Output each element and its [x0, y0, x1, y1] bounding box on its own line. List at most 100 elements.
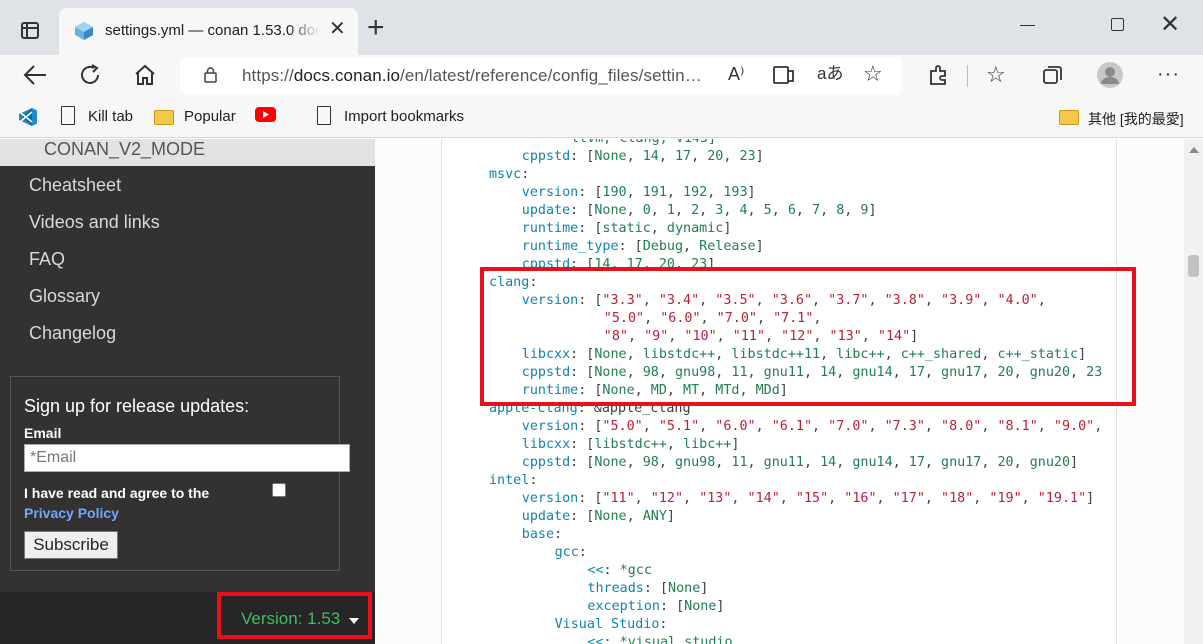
code-punct: ] [700, 581, 709, 596]
sidebar-item-videos[interactable]: Videos and links [29, 212, 160, 233]
bookmark-other-favorites[interactable]: 其他 [我的最愛] [1088, 109, 1184, 129]
code-value: gnu98 [674, 455, 716, 470]
lock-icon[interactable] [204, 67, 217, 83]
caret-down-icon[interactable] [349, 618, 359, 624]
code-punct: , [626, 455, 643, 470]
scrollbar-thumb[interactable] [1188, 255, 1199, 277]
code-line: gcc: [555, 544, 587, 562]
code-value: 193 [723, 185, 748, 200]
code-line: threads: [None] [587, 580, 708, 598]
code-key: msvc [489, 167, 522, 182]
code-string: "11" [602, 491, 635, 506]
code-value: Debug [642, 239, 684, 254]
code-line: update: [None, ANY] [522, 508, 675, 526]
more-options-icon[interactable]: ··· [1157, 60, 1180, 88]
code-value: ANY [642, 509, 667, 524]
code-punct: : [ [570, 509, 595, 524]
bookmark-popular[interactable]: Popular [184, 108, 236, 125]
refresh-icon[interactable] [78, 63, 102, 87]
code-key: runtime [521, 221, 579, 236]
code-punct: , [803, 455, 821, 470]
code-string: "17" [892, 491, 925, 506]
sidebar-item-faq[interactable]: FAQ [29, 249, 65, 270]
code-value: 14 [820, 455, 837, 470]
code-punct: : [ [618, 239, 643, 254]
document-icon [317, 106, 331, 125]
favorites-icon[interactable]: ☆ [986, 61, 1006, 89]
profile-avatar-icon[interactable] [1096, 61, 1124, 89]
code-punct: , [973, 491, 990, 506]
home-icon[interactable] [133, 63, 157, 87]
code-punct: : [603, 563, 620, 578]
code-value: None [668, 581, 701, 596]
code-punct: , [1094, 419, 1103, 434]
agree-checkbox[interactable] [272, 483, 286, 497]
code-punct: : [521, 167, 530, 182]
code-key: runtime_type [521, 239, 619, 254]
tab-close-icon[interactable]: ✕ [329, 19, 346, 39]
sidebar-item-cheatsheet[interactable]: Cheatsheet [29, 175, 121, 196]
collections-icon[interactable] [1041, 63, 1065, 87]
code-punct: , [747, 203, 764, 218]
code-line: <<: *visual_studio [587, 634, 732, 644]
code-value: dynamic [666, 221, 724, 236]
sidebar-item-changelog[interactable]: Changelog [29, 323, 116, 344]
code-line: runtime: [static, dynamic] [522, 220, 732, 238]
code-punct: , [747, 455, 764, 470]
code-punct: : [ [570, 455, 595, 470]
code-punct: , [836, 455, 853, 470]
bookmark-import[interactable]: Import bookmarks [344, 108, 464, 125]
code-string: "12" [650, 491, 684, 506]
read-aloud-icon[interactable]: A⁾ [728, 60, 744, 88]
bookmark-kill-tab[interactable]: Kill tab [88, 108, 133, 125]
code-punct: ] [731, 437, 740, 452]
code-punct: ] [1070, 455, 1079, 470]
close-window-icon[interactable]: ✕ [1160, 10, 1180, 39]
extensions-icon[interactable] [927, 63, 951, 87]
vscode-icon[interactable] [18, 107, 38, 127]
back-arrow-icon[interactable] [22, 64, 48, 86]
code-key: cppstd [521, 455, 571, 470]
privacy-policy-link[interactable]: Privacy Policy [24, 505, 119, 521]
youtube-icon[interactable] [255, 107, 276, 122]
code-value: 7 [812, 203, 821, 218]
folder-icon [154, 110, 174, 125]
maximize-icon[interactable] [1111, 18, 1124, 31]
code-string: "15" [795, 491, 829, 506]
code-punct: : [ [578, 185, 603, 200]
code-punct: : [ [570, 203, 595, 218]
active-tab[interactable]: settings.yml — conan 1.53.0 documentatio… [59, 8, 358, 55]
code-punct: ] [755, 239, 764, 254]
code-punct: , [924, 419, 942, 434]
code-punct: , [779, 491, 796, 506]
code-punct: , [924, 455, 942, 470]
code-punct: : [ [570, 149, 595, 164]
code-key: base [521, 527, 555, 542]
tab-actions-icon[interactable] [21, 22, 39, 39]
add-favorite-icon[interactable]: ☆ [863, 60, 883, 88]
sidebar-item-glossary[interactable]: Glossary [29, 286, 100, 307]
sidebar-current-item[interactable]: CONAN_V2_MODE [0, 139, 375, 166]
minimize-icon[interactable] [1020, 25, 1035, 26]
new-tab-button[interactable]: + [367, 13, 385, 43]
code-punct: , [658, 149, 675, 164]
code-punct: ] [666, 509, 675, 524]
url-domain: docs.conan.io [293, 66, 401, 85]
scroll-up-icon[interactable] [1189, 147, 1199, 153]
page-scrollbar[interactable] [1184, 139, 1203, 644]
immersive-reader-icon[interactable] [772, 63, 796, 87]
code-punct: , [626, 203, 643, 218]
email-field[interactable] [24, 444, 350, 472]
url-text[interactable]: https://docs.conan.io/en/latest/referenc… [242, 66, 702, 86]
code-value: libstdc++ [594, 437, 667, 452]
address-bar[interactable]: https://docs.conan.io/en/latest/referenc… [180, 57, 902, 94]
code-value: 23 [739, 149, 756, 164]
code-value: None [594, 455, 627, 470]
version-selector[interactable]: Version: 1.53 [241, 609, 340, 629]
code-punct: , [844, 203, 861, 218]
code-value: 190 [602, 185, 627, 200]
code-punct: , [892, 455, 909, 470]
translate-icon[interactable]: aあ [817, 60, 843, 88]
subscribe-button[interactable]: Subscribe [24, 531, 118, 559]
document-icon [61, 106, 75, 125]
